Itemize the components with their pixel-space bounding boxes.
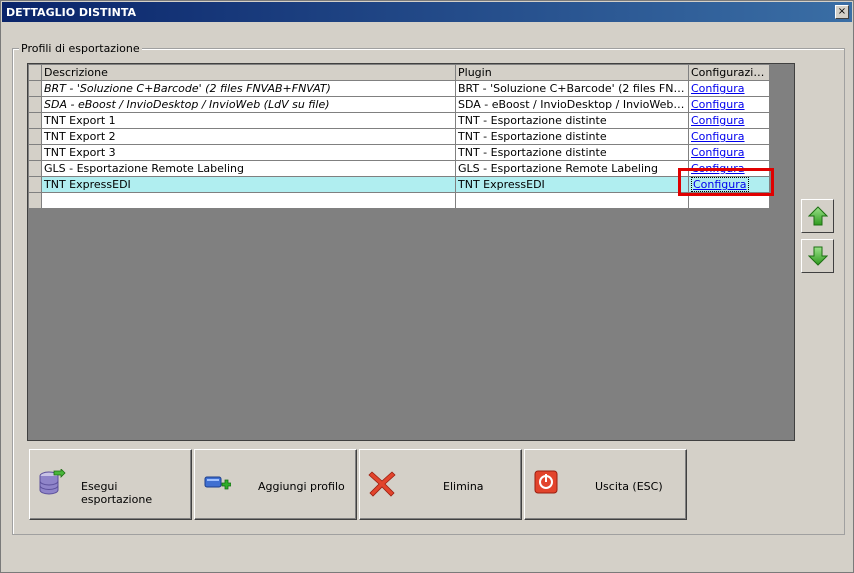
cell-configurazione: Configura <box>688 80 770 97</box>
table-row[interactable]: GLS - Esportazione Remote Labeling GLS -… <box>28 160 770 177</box>
row-indicator[interactable] <box>28 160 42 177</box>
table-row[interactable]: BRT - 'Soluzione C+Barcode' (2 files FNV… <box>28 80 770 97</box>
arrow-down-icon <box>808 246 828 266</box>
add-profile-button-label: Aggiungi profilo <box>258 480 345 493</box>
group-label: Profili di esportazione <box>19 42 142 55</box>
close-button[interactable]: × <box>835 5 849 19</box>
table-row[interactable]: TNT Export 3 TNT - Esportazione distinte… <box>28 144 770 161</box>
cell-configurazione: Configura <box>688 160 770 177</box>
profiles-grid[interactable]: Descrizione Plugin Configurazione BRT - … <box>27 63 795 441</box>
row-indicator[interactable] <box>28 80 42 97</box>
row-indicator[interactable] <box>28 192 42 209</box>
cell-descrizione[interactable]: TNT Export 1 <box>41 112 456 129</box>
title-bar[interactable]: DETTAGLIO DISTINTA × <box>2 2 852 22</box>
configura-link[interactable]: Configura <box>691 146 745 159</box>
cell-plugin[interactable]: GLS - Esportazione Remote Labeling <box>455 160 689 177</box>
dettaglio-distinta-window: DETTAGLIO DISTINTA × Profili di esportaz… <box>0 0 854 573</box>
database-export-icon <box>39 469 66 495</box>
delete-button[interactable]: Elimina <box>359 449 522 520</box>
cell-descrizione[interactable] <box>41 192 456 209</box>
row-indicator[interactable] <box>28 176 42 193</box>
add-profile-icon <box>204 476 231 490</box>
column-header-plugin[interactable]: Plugin <box>455 64 689 81</box>
close-icon: × <box>837 6 847 17</box>
row-indicator[interactable] <box>28 96 42 113</box>
table-header-row: Descrizione Plugin Configurazione <box>28 64 770 81</box>
window-title: DETTAGLIO DISTINTA <box>6 6 136 19</box>
cell-descrizione[interactable]: TNT Export 2 <box>41 128 456 145</box>
cell-plugin[interactable]: TNT ExpressEDI <box>455 176 689 193</box>
cell-configurazione: Configura <box>688 128 770 145</box>
cell-plugin[interactable]: BRT - 'Soluzione C+Barcode' (2 files FNV… <box>455 80 689 97</box>
cell-plugin[interactable]: TNT - Esportazione distinte <box>455 112 689 129</box>
row-indicator[interactable] <box>28 144 42 161</box>
export-button[interactable]: Esegui esportazione <box>29 449 192 520</box>
table-row[interactable]: TNT Export 1 TNT - Esportazione distinte… <box>28 112 770 129</box>
table-row-new[interactable] <box>28 192 770 209</box>
cell-configurazione: Configura <box>688 144 770 161</box>
exit-button[interactable]: Uscita (ESC) <box>524 449 687 520</box>
cell-plugin[interactable]: SDA - eBoost / InvioDesktop / InvioWeb (… <box>455 96 689 113</box>
arrow-up-icon <box>808 206 828 226</box>
cell-descrizione[interactable]: GLS - Esportazione Remote Labeling <box>41 160 456 177</box>
cell-descrizione[interactable]: BRT - 'Soluzione C+Barcode' (2 files FNV… <box>41 80 456 97</box>
configura-link[interactable]: Configura <box>691 114 745 127</box>
profiles-table: Descrizione Plugin Configurazione BRT - … <box>28 64 770 209</box>
power-icon <box>534 470 558 494</box>
cell-descrizione[interactable]: SDA - eBoost / InvioDesktop / InvioWeb (… <box>41 96 456 113</box>
export-button-label: Esegui esportazione <box>81 480 153 506</box>
row-indicator-header <box>28 64 42 81</box>
column-header-descrizione[interactable]: Descrizione <box>41 64 456 81</box>
cell-configurazione: Configura <box>688 176 770 193</box>
cell-descrizione[interactable]: TNT Export 3 <box>41 144 456 161</box>
cell-plugin[interactable]: TNT - Esportazione distinte <box>455 144 689 161</box>
row-indicator[interactable] <box>28 112 42 129</box>
column-header-configurazione[interactable]: Configurazione <box>688 64 770 81</box>
add-profile-button[interactable]: Aggiungi profilo <box>194 449 357 520</box>
configura-link[interactable]: Configura <box>691 130 745 143</box>
move-up-button[interactable] <box>801 199 834 233</box>
cell-plugin[interactable] <box>455 192 689 209</box>
delete-x-icon <box>368 471 396 497</box>
cell-plugin[interactable]: TNT - Esportazione distinte <box>455 128 689 145</box>
cell-configurazione: Configura <box>688 96 770 113</box>
table-row[interactable]: TNT Export 2 TNT - Esportazione distinte… <box>28 128 770 145</box>
exit-button-label: Uscita (ESC) <box>595 480 663 493</box>
configura-link[interactable]: Configura <box>691 82 745 95</box>
row-indicator[interactable] <box>28 128 42 145</box>
cell-descrizione[interactable]: TNT ExpressEDI <box>41 176 456 193</box>
configura-link[interactable]: Configura <box>691 98 745 111</box>
table-row[interactable]: SDA - eBoost / InvioDesktop / InvioWeb (… <box>28 96 770 113</box>
cell-configurazione: Configura <box>688 112 770 129</box>
configura-link-focused[interactable]: Configura <box>691 177 749 192</box>
table-row-selected[interactable]: TNT ExpressEDI TNT ExpressEDI Configura <box>28 176 770 193</box>
move-down-button[interactable] <box>801 239 834 273</box>
delete-button-label: Elimina <box>443 480 484 493</box>
configura-link[interactable]: Configura <box>691 162 745 175</box>
cell-configurazione[interactable] <box>688 192 770 209</box>
